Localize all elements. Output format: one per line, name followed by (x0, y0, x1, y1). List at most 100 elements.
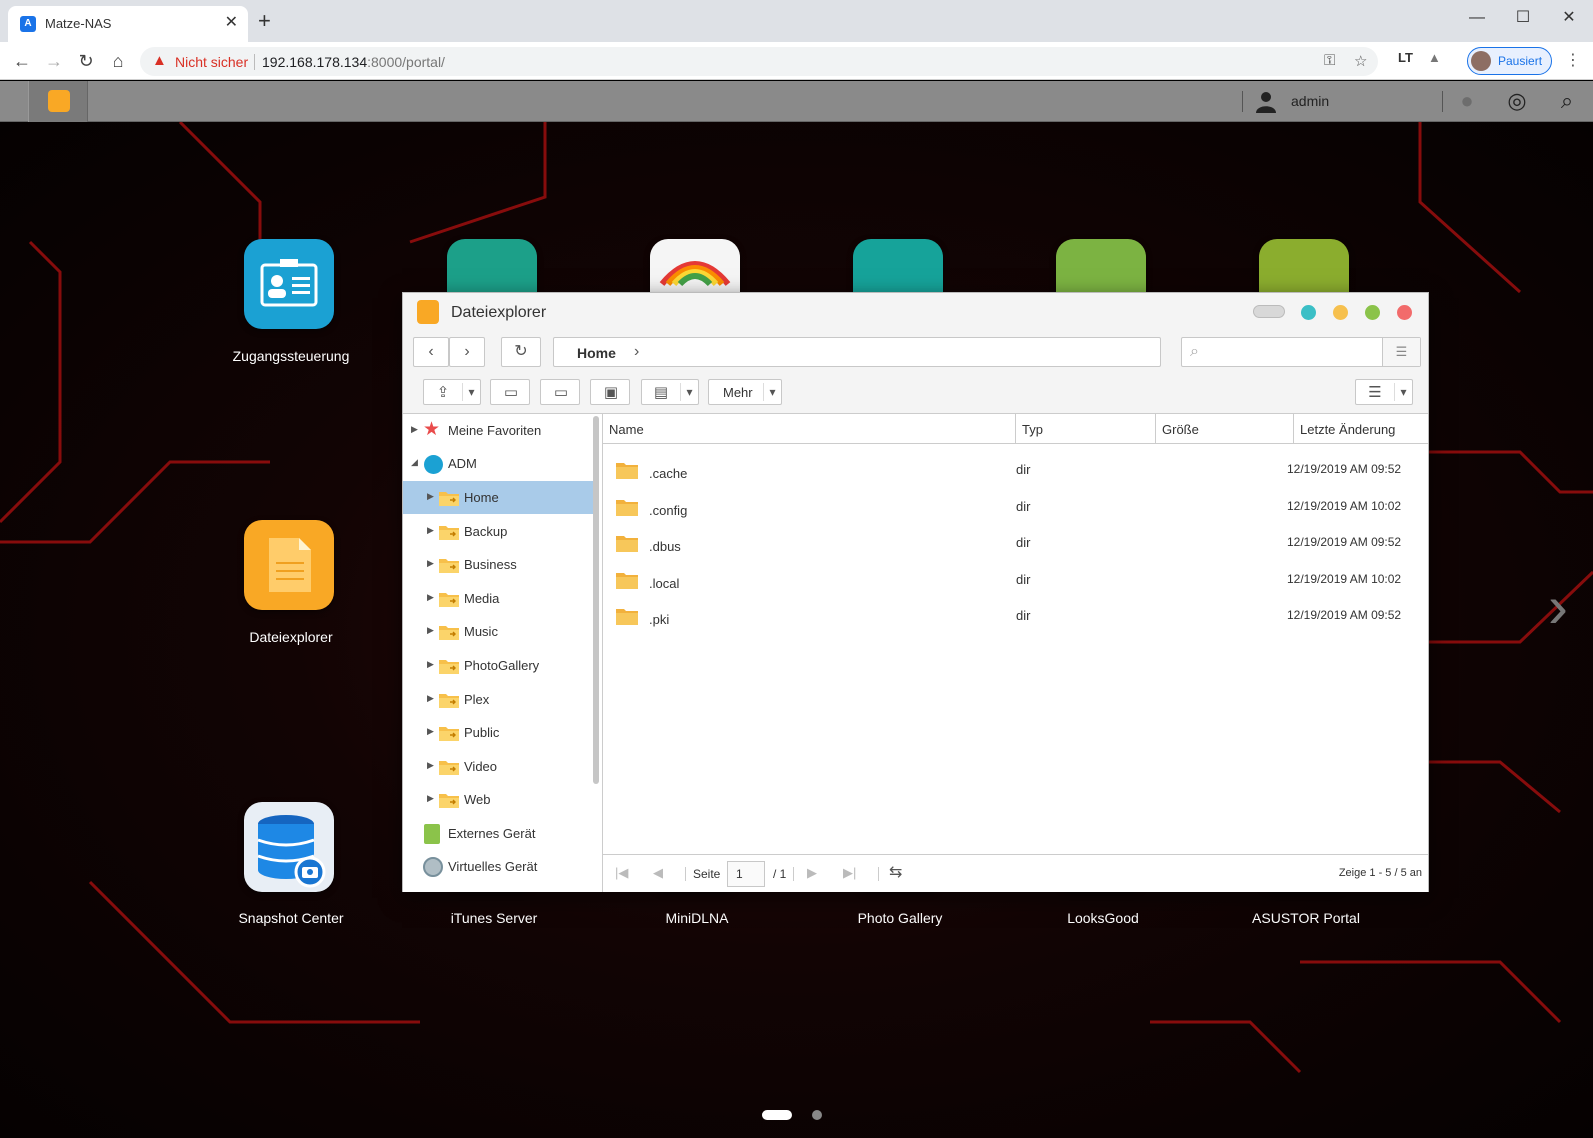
tree-item-folder[interactable]: ▶ Media (403, 582, 593, 615)
tree-item-folder[interactable]: ▶ Plex (403, 683, 593, 716)
window-pin-button[interactable] (1301, 305, 1316, 320)
languagetool-extension-icon[interactable]: LT (1398, 50, 1413, 65)
view-mode-button[interactable]: ☰ ▾ (1355, 379, 1413, 405)
breadcrumb-home[interactable]: Home (577, 345, 616, 361)
collapse-arrow-icon[interactable]: ◢ (411, 457, 418, 468)
expand-arrow-icon[interactable]: ▶ (427, 760, 434, 771)
tree-scrollbar[interactable] (593, 416, 599, 784)
table-row[interactable]: .pki dir 12/19/2019 AM 09:52 (603, 598, 1428, 635)
back-button[interactable]: ‹ (413, 337, 449, 367)
first-page-icon[interactable]: |◀ (615, 865, 628, 881)
tree-item-folder[interactable]: ▶ Music (403, 615, 593, 648)
window-minimize-button[interactable] (1333, 305, 1348, 320)
tree-item-folder[interactable]: ▶ Business (403, 548, 593, 581)
adm-running-app-dateiexplorer[interactable] (28, 81, 88, 122)
next-page-icon[interactable]: ▶ (807, 865, 817, 881)
refresh-button[interactable]: ↻ (501, 337, 541, 367)
address-bar[interactable]: ▲ Nicht sicher 192.168.178.134:8000/port… (140, 47, 1378, 76)
new-tab-icon[interactable]: + (258, 10, 271, 32)
reload-icon[interactable]: ↻ (74, 49, 98, 73)
upload-button[interactable]: ⇪ ▾ (423, 379, 481, 405)
key-icon[interactable]: ⚿ (1324, 52, 1335, 69)
tree-item-folder[interactable]: ▶ Public (403, 716, 593, 749)
last-page-icon[interactable]: ▶| (843, 865, 856, 881)
page-number-input[interactable] (727, 861, 765, 887)
home-icon[interactable]: ⌂ (106, 49, 130, 73)
tree-item-external[interactable]: Externes Gerät (403, 817, 593, 850)
tree-item-folder[interactable]: ▶ Home (403, 481, 593, 514)
url-text[interactable]: 192.168.178.134:8000/portal/ (262, 54, 445, 70)
window-close-button[interactable] (1397, 305, 1412, 320)
browser-tab[interactable]: A Matze-NAS ✕ (8, 6, 248, 42)
move-button[interactable]: ▭ (540, 379, 580, 405)
notification-icon[interactable]: ● (1454, 88, 1480, 114)
table-row[interactable]: .cache dir 12/19/2019 AM 09:52 (603, 452, 1428, 489)
expand-arrow-icon[interactable]: ▶ (427, 625, 434, 636)
app-label[interactable]: Zugangssteuerung (191, 348, 391, 364)
page-dot-active[interactable] (762, 1110, 792, 1120)
chevron-down-icon[interactable]: ▾ (1394, 383, 1412, 401)
expand-arrow-icon[interactable]: ▶ (427, 793, 434, 804)
browser-menu-icon[interactable]: ⋮ (1565, 50, 1581, 70)
tree-item-folder[interactable]: ▶ Video (403, 750, 593, 783)
new-folder-button[interactable]: ▭ (490, 379, 530, 405)
minimize-icon[interactable]: — (1454, 4, 1500, 32)
search-options-button[interactable]: ☰ (1382, 338, 1420, 366)
expand-arrow-icon[interactable]: ▶ (427, 592, 434, 603)
close-tab-icon[interactable]: ✕ (225, 14, 238, 32)
app-label[interactable]: Snapshot Center (191, 910, 391, 926)
select-all-button[interactable]: ▣ (590, 379, 630, 405)
expand-arrow-icon[interactable]: ▶ (427, 693, 434, 704)
forward-button[interactable]: › (449, 337, 485, 367)
expand-arrow-icon[interactable]: ▶ (411, 424, 418, 435)
tree-item-folder[interactable]: ▶ Backup (403, 515, 593, 548)
next-page-chevron-icon[interactable]: › (1548, 572, 1568, 641)
zugangssteuerung-app-icon[interactable] (244, 239, 334, 329)
app-label[interactable]: Photo Gallery (800, 910, 1000, 926)
column-header-modified[interactable]: Letzte Änderung (1294, 414, 1428, 444)
tree-item-favorites[interactable]: ▶ ★ Meine Favoriten (403, 414, 593, 447)
table-row[interactable]: .dbus dir 12/19/2019 AM 09:52 (603, 525, 1428, 562)
close-window-icon[interactable]: ✕ (1546, 4, 1592, 32)
not-secure-label[interactable]: Nicht sicher (175, 54, 248, 70)
tree-item-folder[interactable]: ▶ Web (403, 783, 593, 816)
expand-arrow-icon[interactable]: ▶ (427, 659, 434, 670)
column-header-type[interactable]: Typ (1016, 414, 1156, 444)
search-icon[interactable]: ⌕ (1554, 88, 1580, 114)
table-row[interactable]: .local dir 12/19/2019 AM 10:02 (603, 562, 1428, 599)
app-label[interactable]: iTunes Server (394, 910, 594, 926)
search-input[interactable]: ⌕ ☰ (1181, 337, 1421, 367)
prev-page-icon[interactable]: ◀ (653, 865, 663, 881)
more-button[interactable]: Mehr ▾ (708, 379, 782, 405)
dashboard-icon[interactable]: ◎ (1504, 88, 1530, 114)
app-label[interactable]: MiniDLNA (597, 910, 797, 926)
chevron-down-icon[interactable]: ▾ (462, 383, 480, 401)
user-icon[interactable] (1254, 89, 1278, 113)
expand-arrow-icon[interactable]: ▶ (427, 726, 434, 737)
table-row[interactable]: .config dir 12/19/2019 AM 10:02 (603, 489, 1428, 526)
star-icon[interactable]: ☆ (1354, 52, 1367, 70)
page-dot[interactable] (812, 1110, 822, 1120)
back-icon[interactable]: ← (10, 49, 34, 73)
expand-arrow-icon[interactable]: ▶ (427, 525, 434, 536)
tree-item-virtual[interactable]: Virtuelles Gerät (403, 850, 593, 883)
chevron-down-icon[interactable]: ▾ (680, 383, 698, 401)
share-button[interactable]: ▤ ▾ (641, 379, 699, 405)
profile-button[interactable]: Pausiert (1467, 47, 1552, 75)
breadcrumb[interactable]: Home › (553, 337, 1161, 367)
column-header-name[interactable]: Name (603, 414, 1016, 444)
dateiexplorer-app-icon[interactable] (244, 520, 334, 610)
drive-extension-icon[interactable]: ▲ (1428, 50, 1441, 65)
tree-item-adm[interactable]: ◢ ADM (403, 447, 593, 480)
breadcrumb-chevron-icon[interactable]: › (634, 343, 639, 361)
refresh-icon[interactable]: ⇆ (889, 862, 902, 882)
chevron-down-icon[interactable]: ▾ (763, 383, 781, 401)
maximize-icon[interactable]: ☐ (1500, 4, 1546, 32)
column-header-size[interactable]: Größe (1156, 414, 1294, 444)
adm-username[interactable]: admin (1291, 93, 1329, 109)
forward-icon[interactable]: → (42, 49, 66, 73)
window-maximize-button[interactable] (1365, 305, 1380, 320)
app-label[interactable]: Dateiexplorer (191, 629, 391, 645)
app-label[interactable]: LooksGood (1003, 910, 1203, 926)
expand-arrow-icon[interactable]: ▶ (427, 558, 434, 569)
